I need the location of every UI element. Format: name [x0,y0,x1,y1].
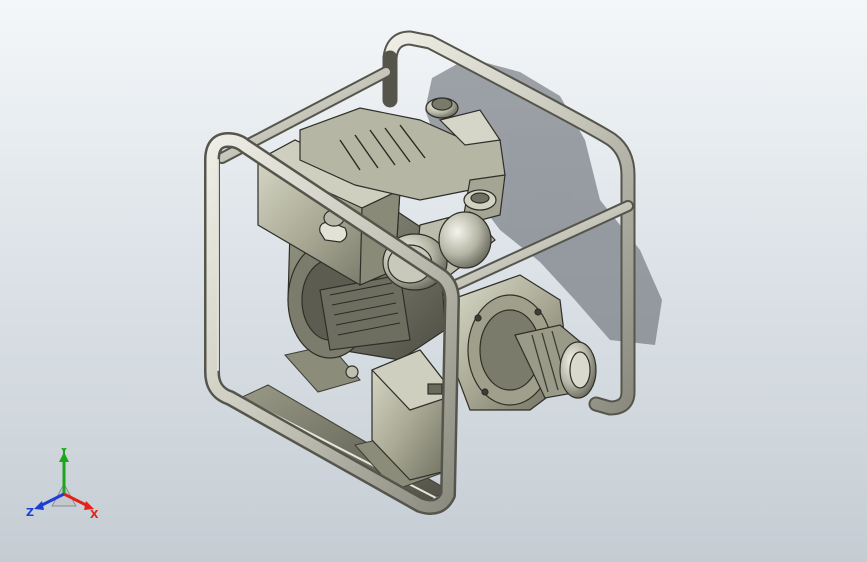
y-axis-label: Y [59,448,69,457]
z-axis-arrow [34,501,44,510]
x-axis-label: X [90,508,99,520]
pump-model[interactable] [0,0,867,562]
3d-viewport[interactable]: Y X Z [0,0,867,562]
axis-triad: Y X Z [26,448,99,520]
z-axis-label: Z [26,506,34,519]
